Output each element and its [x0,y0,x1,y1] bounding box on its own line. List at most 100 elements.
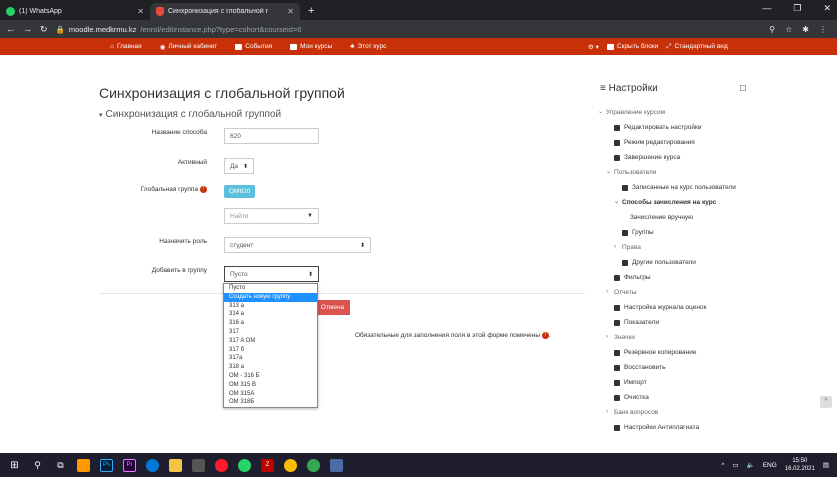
settings-tree-item[interactable]: ⌄ Управление курсом [596,105,776,120]
settings-tree-item[interactable]: › Права [596,240,776,255]
dropdown-option[interactable]: 317 [224,328,317,337]
group-dropdown-list: Пусто Создать новую группу 313 a 314 a 316 a… [223,283,318,409]
settings-tree-item[interactable]: Резервное копирование [596,345,776,360]
windows-start-icon[interactable]: ⊞ [8,459,21,472]
settings-tree-item[interactable]: Записанные на курс пользователи [596,180,776,195]
dropdown-option[interactable]: OM 318Б [224,398,317,407]
required-icon: ! [200,186,207,193]
store-icon[interactable] [192,458,205,472]
opera-icon[interactable] [215,458,228,472]
dropdown-option[interactable]: OM - 316 Б [224,372,317,381]
premiere-icon[interactable]: Pr [123,458,136,472]
settings-tree-item[interactable]: Очистка [596,390,776,405]
extensions-icon[interactable]: ✱ [802,25,809,34]
chrome-alt-icon[interactable] [307,458,320,472]
settings-tree-item[interactable]: Режим редактирования [596,135,776,150]
photoshop-icon[interactable]: Ps [100,458,113,472]
settings-tree-item[interactable]: Показатели [596,315,776,330]
dropdown-option[interactable]: 316 a [224,319,317,328]
dropdown-option[interactable]: Создать новую группу [224,292,317,302]
dropdown-option[interactable]: Пусто [224,284,317,293]
whatsapp-icon [6,7,15,16]
select-arrow-icon: ⬍ [242,163,248,170]
close-tab-icon[interactable]: ✕ [137,7,144,16]
lock-icon: 🔒 [55,24,65,34]
tab-moodle[interactable]: Синхронизация с глобальной г ✕ [150,3,300,20]
settings-tree-item[interactable]: Зачисление вручную [596,210,776,225]
settings-tree-item[interactable]: Редактировать настройки [596,120,776,135]
close-tab-icon[interactable]: ✕ [287,7,294,16]
settings-tree-item[interactable]: › Банк вопросов [596,405,776,420]
settings-tree-item[interactable]: Завершение курса [596,150,776,165]
clock-time: 15:50 [792,458,808,464]
settings-tree-item[interactable]: Настройка журнала оценок [596,300,776,315]
settings-tree-item[interactable]: Фильтры [596,270,776,285]
dropdown-option[interactable]: OM 315A [224,390,317,399]
search-icon[interactable]: ⚲ [31,459,44,472]
nav-events[interactable]: События [235,43,272,51]
group-select[interactable]: Пусто ⬍ [224,266,319,282]
forward-icon[interactable]: → [23,24,32,34]
notifications-icon[interactable]: ▤ [823,461,829,469]
zoom-icon[interactable]: ⚲ [769,25,775,34]
settings-tree-item[interactable]: ⌄ Способы зачисления на курс [596,195,776,210]
hide-blocks-button[interactable]: Скрыть блоки [606,43,658,50]
task-view-icon[interactable]: ⧉ [54,459,67,472]
scroll-up-icon[interactable]: ^ [820,396,832,408]
settings-tree-item[interactable]: Другие пользователи [596,255,776,270]
menu-icon[interactable]: ⋮ [819,25,827,34]
nav-this-course[interactable]: ♣ Этот курс [350,43,386,51]
language-indicator[interactable]: ENG [763,462,777,469]
settings-tree-item[interactable]: Импорт [596,375,776,390]
dropdown-option[interactable]: OM 315 B [224,381,317,390]
maximize-icon[interactable]: ❐ [793,3,801,14]
settings-tree-label: Очистка [624,394,649,401]
cohort-search-input[interactable]: Найти ▼ [224,208,319,224]
settings-tree-item[interactable]: Группы [596,225,776,240]
section-title[interactable]: ▾ Синхронизация с глобальной группой [99,109,281,120]
nav-home[interactable]: ⌂ Главная [110,43,142,51]
sublime-icon[interactable] [77,458,90,472]
settings-tree-item[interactable]: Восстановить [596,360,776,375]
dropdown-option[interactable]: 318 a [224,363,317,372]
back-icon[interactable]: ← [6,24,15,34]
volume-icon[interactable]: 🔈 [747,461,755,469]
dropdown-option[interactable]: 313 a [224,302,317,311]
cancel-button[interactable]: Отмена [315,300,350,315]
dropdown-option[interactable]: 314 a [224,310,317,319]
dropdown-option[interactable]: 317 б [224,346,317,355]
dropdown-option[interactable]: 317 A OM [224,337,317,346]
reload-icon[interactable]: ↻ [40,24,48,35]
chrome-icon[interactable] [284,458,297,472]
name-input[interactable]: 620 [224,128,319,144]
dropdown-option[interactable]: 317a [224,354,317,363]
star-icon[interactable]: ☆ [785,25,792,34]
active-select[interactable]: Да ⬍ [224,158,254,174]
edge-icon[interactable] [146,458,159,472]
app-icon[interactable] [330,458,343,472]
close-window-icon[interactable]: ✕ [823,3,831,14]
settings-tree-item[interactable]: › Значки [596,330,776,345]
clock[interactable]: 15:50 16.02.2021 [785,457,815,473]
url-field[interactable]: 🔒 moodle.medkrmu.kz/enrol/editinstance.p… [56,25,302,34]
filezilla-icon[interactable]: Z [261,458,274,472]
file-icon [614,349,620,356]
settings-tree-item[interactable]: ⌄ Пользователи [596,165,776,180]
role-select[interactable]: студент ⬍ [224,237,371,253]
nav-dashboard[interactable]: ◉ Личный кабинет [160,43,218,51]
network-icon[interactable]: ▭ [732,461,738,469]
block-collapse-icon[interactable] [740,85,746,91]
nav-my-courses[interactable]: Мои курсы [290,43,332,51]
tab-whatsapp[interactable]: (1) WhatsApp ✕ [0,3,150,20]
tray-chevron-icon[interactable]: ^ [721,462,724,469]
explorer-icon[interactable] [169,458,182,472]
minimize-icon[interactable]: — [762,3,771,14]
settings-tree-item[interactable]: › Отчеты [596,285,776,300]
settings-tree-item[interactable]: Настройки Антиплагиата [596,420,776,435]
new-tab-icon[interactable]: + [300,5,322,20]
standard-view-button[interactable]: ⤢ Стандартный вид [666,43,727,51]
cohort-chip[interactable]: OM620 [224,185,256,198]
whatsapp-taskbar-icon[interactable] [238,458,251,472]
gear-icon[interactable]: ⚙ ▾ [588,43,599,51]
settings-tree-label: Настройки Антиплагиата [624,424,700,431]
